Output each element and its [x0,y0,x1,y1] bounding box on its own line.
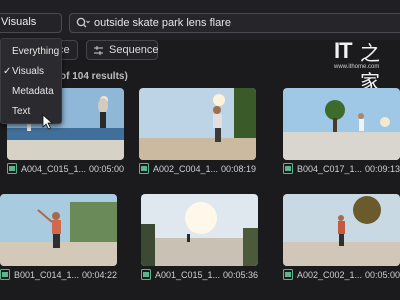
watermark-url: www.ithome.com [334,64,380,70]
menu-item-label: Everything [12,46,60,57]
clip-name: A002_C002_1... [297,270,363,280]
logo-it: IT [334,38,353,63]
clip-card[interactable]: B001_C014_1... 00:04:22 [0,194,117,297]
clip-thumbnail[interactable] [139,88,256,160]
video-clip-icon [0,269,10,280]
checkmark-icon: ✓ [3,66,12,77]
clip-name: A002_C004_1... [153,164,219,174]
clip-duration: 00:05:36 [222,270,258,280]
video-clip-icon [283,269,293,280]
video-clip-icon [283,163,293,174]
clip-duration: 00:08:19 [220,164,256,174]
clip-card[interactable]: A002_C004_1... 00:08:19 [139,88,256,191]
clip-thumbnail[interactable] [283,194,400,266]
clip-name: B004_C017_1... [297,164,363,174]
clip-thumbnail[interactable] [0,194,117,266]
clip-duration: 00:05:00 [364,270,400,280]
search-query: outside skate park lens flare [94,17,231,29]
clip-duration: 00:09:13 [364,164,400,174]
clip-name: B001_C014_1... [14,270,80,280]
clip-card[interactable]: A002_C002_1... 00:05:00 [283,194,400,297]
ithome-logo: IT 之家 [334,38,386,94]
results-count: of 104 results) [60,71,128,82]
menu-item-visuals[interactable]: ✓ Visuals [1,63,63,81]
menu-item-metadata[interactable]: Metadata [1,83,63,101]
video-clip-icon [7,163,17,174]
search-scope-dropdown[interactable]: Visuals [0,13,62,33]
video-clip-icon [141,269,151,280]
search-icon [76,17,90,28]
clip-duration: 00:05:00 [88,164,124,174]
clip-name: A004_C015_1... [21,164,87,174]
clip-card[interactable]: B004_C017_1... 00:09:13 [283,88,400,191]
clip-card[interactable]: A001_C015_1... 00:05:36 [141,194,258,297]
search-scope-value: Visuals [1,16,37,28]
menu-item-label: Visuals [12,66,45,77]
search-scope-menu: Everything ✓ Visuals Metadata Text [0,38,62,124]
sequence-filter-button[interactable]: Sequence [86,40,159,60]
sequence-icon [94,46,103,55]
search-input[interactable]: outside skate park lens flare [69,13,400,33]
clip-name: A001_C015_1... [155,270,221,280]
video-clip-icon [139,163,149,174]
sequence-label: Sequence [109,44,159,56]
clip-thumbnail[interactable] [141,194,258,266]
clip-duration: 00:04:22 [81,270,117,280]
mouse-cursor-icon [42,114,54,130]
clip-thumbnail[interactable] [283,88,400,160]
menu-item-label: Metadata [12,86,54,97]
menu-item-label: Text [12,106,31,117]
menu-item-everything[interactable]: Everything [1,43,63,61]
